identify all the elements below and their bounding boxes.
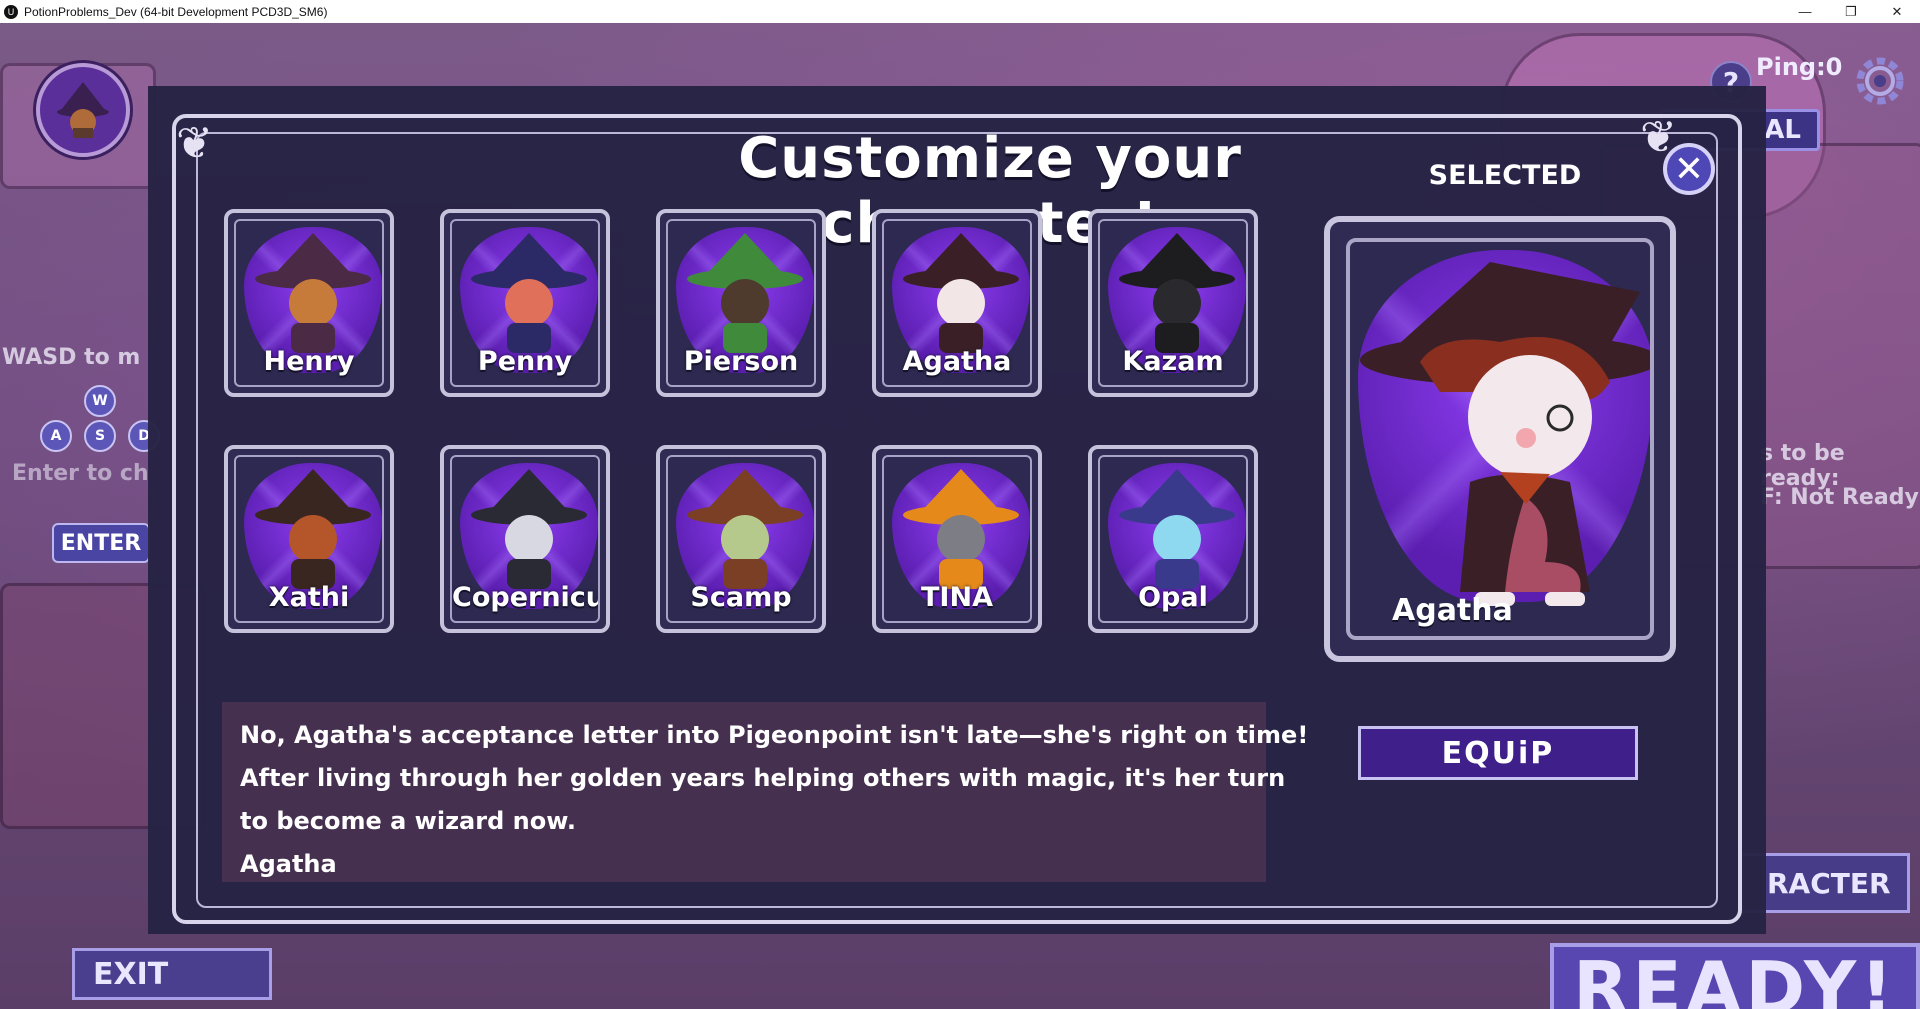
enter-hint: Enter to ch — [12, 461, 149, 486]
description-line: to become a wizard now. — [240, 807, 576, 835]
description-signature: Agatha — [240, 850, 337, 878]
card-frame: Kazam — [1098, 219, 1248, 387]
ready-button[interactable]: READY! — [1550, 943, 1920, 1009]
card-frame: Penny — [450, 219, 600, 387]
character-card-penny[interactable]: Penny — [440, 209, 610, 397]
character-name: Scamp — [690, 582, 792, 613]
character-card-copernicus[interactable]: Copernicus — [440, 445, 610, 633]
card-frame: TINA — [882, 455, 1032, 623]
character-card-scamp[interactable]: Scamp — [656, 445, 826, 633]
ready-hint-1: s to be ready: — [1760, 441, 1845, 491]
ping-readout: Ping:0 — [1756, 53, 1843, 81]
character-name: Penny — [477, 346, 573, 377]
character-name: Agatha — [902, 346, 1012, 377]
controls-hint: WASD to m — [2, 345, 141, 370]
character-name: Opal — [1138, 582, 1208, 613]
character-card-henry[interactable]: Henry — [224, 209, 394, 397]
character-name: Kazam — [1122, 346, 1224, 377]
preview-frame: Agatha — [1346, 238, 1654, 640]
player-avatar[interactable] — [36, 63, 130, 157]
card-frame: Scamp — [666, 455, 816, 623]
window-title-bar: U PotionProblems_Dev (64-bit Development… — [0, 0, 1920, 23]
description-line: After living through her golden years he… — [240, 764, 1286, 792]
unreal-engine-icon: U — [4, 4, 18, 19]
window-controls: — ❐ ✕ — [1782, 0, 1920, 23]
s-key: S — [84, 420, 116, 452]
character-card-pierson[interactable]: Pierson — [656, 209, 826, 397]
character-card-kazam[interactable]: Kazam — [1088, 209, 1258, 397]
card-frame: Henry — [234, 219, 384, 387]
character-card-tina[interactable]: TINA — [872, 445, 1042, 633]
selected-label: SELECTED — [1428, 160, 1582, 191]
agatha-portrait-icon — [1360, 262, 1650, 606]
equip-button[interactable]: EQUiP — [1358, 726, 1638, 780]
minimize-button[interactable]: — — [1782, 0, 1828, 23]
character-name: Pierson — [683, 346, 799, 377]
preview-character-name: Agatha — [1392, 593, 1513, 628]
description-line: No, Agatha's acceptance letter into Pige… — [240, 721, 1309, 749]
exit-button[interactable]: EXIT — [72, 948, 272, 1000]
card-frame: Opal — [1098, 455, 1248, 623]
w-key: W — [84, 385, 116, 417]
card-frame: Xathi — [234, 455, 384, 623]
a-key: A — [40, 420, 72, 452]
character-card-opal[interactable]: Opal — [1088, 445, 1258, 633]
ready-hint-2: F: Not Ready — [1760, 485, 1919, 510]
gear-icon[interactable] — [1850, 51, 1910, 111]
restore-button[interactable]: ❐ — [1828, 0, 1874, 23]
player-portrait-icon — [57, 82, 109, 138]
character-card-agatha[interactable]: Agatha — [872, 209, 1042, 397]
close-modal-button[interactable]: ✕ — [1663, 143, 1715, 195]
card-frame: Copernicus — [450, 455, 600, 623]
selected-character-preview: Agatha — [1324, 216, 1676, 662]
character-card-xathi[interactable]: Xathi — [224, 445, 394, 633]
swirl-ornament-icon: ❦ — [176, 118, 213, 169]
character-name: Copernicus — [452, 582, 598, 613]
character-name: Henry — [263, 346, 355, 377]
window-title: PotionProblems_Dev (64-bit Development P… — [24, 4, 328, 19]
character-description: No, Agatha's acceptance letter into Pige… — [222, 702, 1309, 882]
card-frame: Pierson — [666, 219, 816, 387]
enter-key: ENTER — [52, 523, 150, 563]
card-frame: Agatha — [882, 219, 1032, 387]
close-window-button[interactable]: ✕ — [1874, 0, 1920, 23]
character-name: Xathi — [268, 582, 350, 613]
character-name: TINA — [921, 582, 993, 613]
